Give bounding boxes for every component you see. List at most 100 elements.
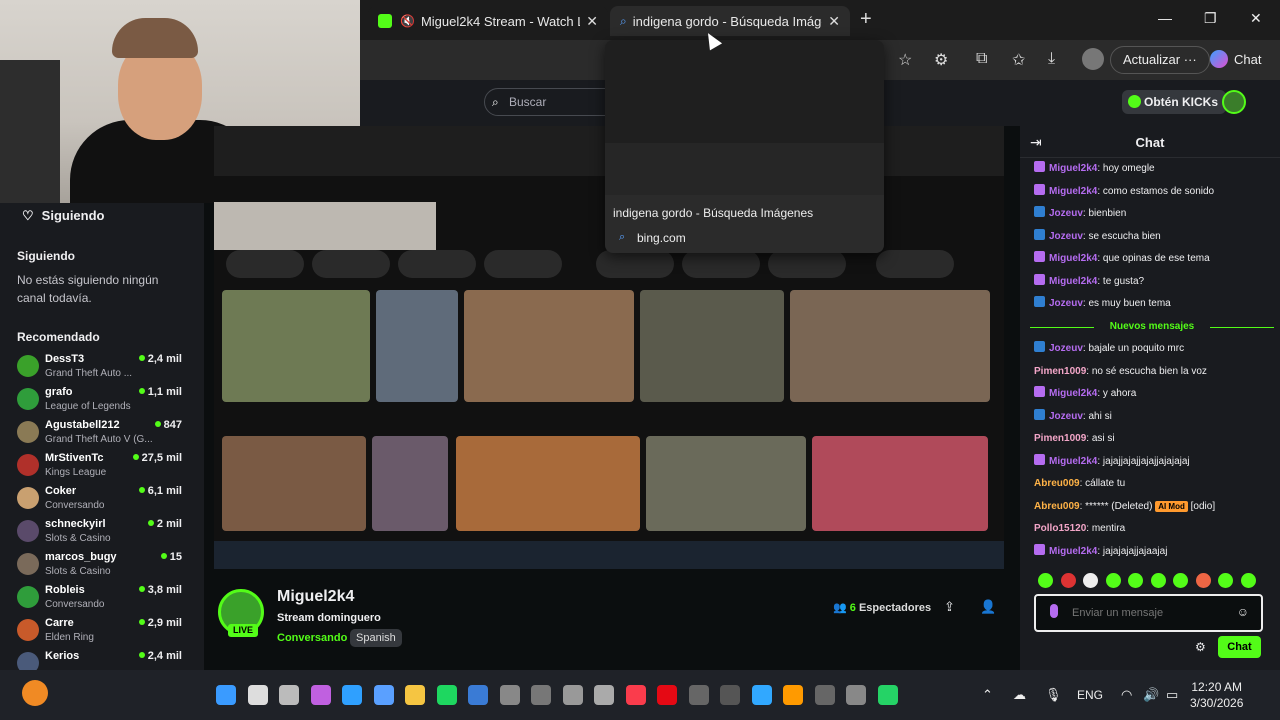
emote-icon[interactable]	[1128, 573, 1143, 588]
recommended-channel[interactable]: DessT3 Grand Theft Auto ... 2,4 mil	[17, 351, 187, 384]
chat-settings-icon[interactable]: ⚙	[1195, 640, 1206, 654]
chat-username[interactable]: Pollo15120	[1034, 523, 1086, 534]
chat-username[interactable]: Miguel2k4	[1049, 546, 1097, 557]
search-icon[interactable]	[247, 685, 268, 705]
new-tab-icon[interactable]: +	[860, 8, 872, 31]
emoji-icon[interactable]: ☺	[1237, 605, 1249, 619]
illustrator-icon[interactable]	[783, 685, 803, 705]
emote-icon[interactable]	[1195, 573, 1211, 588]
chat-username[interactable]: Jozeuv	[1049, 208, 1083, 219]
chat-username[interactable]: Miguel2k4	[1049, 276, 1097, 287]
settings-icon[interactable]	[846, 685, 866, 705]
user-avatar[interactable]	[1222, 90, 1246, 114]
update-button[interactable]: Actualizar ···	[1110, 46, 1210, 74]
store-icon[interactable]	[373, 685, 394, 705]
wifi-icon[interactable]: ◠	[1121, 687, 1132, 703]
recommended-channel[interactable]: Kerios 2,4 mil	[17, 648, 187, 670]
chat-username[interactable]: Pimen1009	[1034, 433, 1086, 444]
chat-input[interactable]	[1072, 604, 1232, 622]
emote-icon[interactable]	[1038, 573, 1053, 588]
sidebar-header[interactable]: ♡ Siguiendo	[22, 208, 105, 224]
chat-username[interactable]: Jozeuv	[1049, 343, 1083, 354]
obs-icon[interactable]	[814, 685, 835, 705]
copilot-chat-button[interactable]: Chat	[1206, 46, 1261, 74]
chat-username[interactable]: Miguel2k4	[1049, 253, 1097, 264]
recommended-channel[interactable]: MrStivenTc Kings League 27,5 mil	[17, 450, 187, 483]
recommended-channel[interactable]: schneckyirl Slots & Casino 2 mil	[17, 516, 187, 549]
recommended-channel[interactable]: Agustabell212 Grand Theft Auto V (G... 847	[17, 417, 187, 450]
split-screen-icon[interactable]: ⧉	[976, 50, 987, 68]
minimize-icon[interactable]: —	[1158, 10, 1172, 26]
battery-icon[interactable]: ▭	[1166, 687, 1178, 703]
music-icon[interactable]	[625, 685, 646, 705]
app-icon[interactable]	[594, 685, 614, 705]
download-icon[interactable]: ⤓	[1048, 50, 1055, 68]
chat-username[interactable]: Miguel2k4	[1049, 388, 1097, 399]
recommended-channel[interactable]: grafo League of Legends 1,1 mil	[17, 384, 187, 417]
volume-icon[interactable]: 🔊	[1143, 687, 1159, 703]
photoshop-icon[interactable]	[751, 685, 772, 705]
follow-user-icon[interactable]: 👤	[980, 599, 996, 615]
netflix-icon[interactable]	[657, 685, 677, 705]
input-language[interactable]: ENG	[1077, 688, 1103, 702]
copilot-icon[interactable]	[310, 685, 331, 705]
close-tab-icon[interactable]: ✕	[586, 13, 598, 30]
clock[interactable]: 12:20 AM 3/30/2026	[1190, 679, 1243, 711]
chat-username[interactable]: Jozeuv	[1049, 298, 1083, 309]
app-icon[interactable]	[720, 685, 740, 705]
microphone-icon[interactable]: 🎙	[1045, 687, 1062, 703]
muted-speaker-icon[interactable]: 🔇	[400, 14, 415, 28]
tab-hover-preview[interactable]: indigena gordo - Búsqueda Imágenes ⌕ bin…	[605, 40, 884, 253]
emote-icon[interactable]	[1060, 573, 1076, 588]
chat-username[interactable]: Abreu009	[1034, 501, 1080, 512]
chat-username[interactable]: Jozeuv	[1049, 411, 1083, 422]
windows-start-icon[interactable]	[216, 685, 236, 705]
chat-username[interactable]: Pimen1009	[1034, 366, 1086, 377]
close-tab-icon[interactable]: ✕	[828, 13, 840, 30]
emote-icon[interactable]	[1150, 573, 1166, 588]
recommended-channel[interactable]: Robleis Conversando 3,8 mil	[17, 582, 187, 615]
language-tag[interactable]: Spanish	[350, 629, 402, 647]
task-view-icon[interactable]	[279, 685, 299, 705]
close-window-icon[interactable]: ✕	[1250, 10, 1262, 27]
chevron-up-icon[interactable]: ⌃	[982, 687, 993, 703]
weather-widget-icon[interactable]	[22, 680, 48, 706]
extensions-icon[interactable]: ⚙	[934, 50, 948, 70]
chat-username[interactable]: Abreu009	[1034, 478, 1080, 489]
recommended-channel[interactable]: Coker Conversando 6,1 mil	[17, 483, 187, 516]
tab-stream[interactable]: 🔇 Miguel2k4 Stream - Watch Live ✕	[368, 6, 608, 36]
onedrive-icon[interactable]: ☁	[1013, 687, 1026, 703]
emote-icon[interactable]	[1105, 573, 1121, 588]
star-icon[interactable]: ☆	[898, 50, 912, 70]
get-kicks-button[interactable]: Obtén KICKs	[1122, 90, 1227, 114]
recommended-channel[interactable]: marcos_bugy Slots & Casino 15	[17, 549, 187, 582]
spotify-icon[interactable]	[436, 685, 457, 705]
file-explorer-icon[interactable]	[405, 685, 425, 705]
chat-username[interactable]: Miguel2k4	[1049, 456, 1097, 467]
calculator-icon[interactable]	[688, 685, 709, 705]
whatsapp-icon[interactable]	[877, 685, 898, 705]
chat-username[interactable]: Miguel2k4	[1049, 163, 1097, 174]
channel-viewers: 15	[160, 551, 182, 563]
chat-input-box[interactable]: ☺	[1034, 594, 1263, 632]
chat-username[interactable]: Jozeuv	[1049, 231, 1083, 242]
emote-icon[interactable]	[1173, 573, 1188, 588]
app-icon[interactable]	[499, 685, 520, 705]
emote-icon[interactable]	[1240, 573, 1256, 588]
recommended-channel[interactable]: Carre Elden Ring 2,9 mil	[17, 615, 187, 648]
send-chat-button[interactable]: Chat	[1218, 636, 1261, 658]
favorites-icon[interactable]: ✩	[1012, 50, 1025, 70]
stream-category[interactable]: Conversando	[277, 632, 347, 644]
restore-icon[interactable]: ❐	[1204, 10, 1217, 27]
chat-username[interactable]: Miguel2k4	[1049, 186, 1097, 197]
edge-icon[interactable]	[342, 685, 362, 705]
defender-icon[interactable]	[468, 685, 488, 705]
emote-icon[interactable]	[1218, 573, 1233, 588]
streamer-name[interactable]: Miguel2k4	[277, 588, 354, 606]
profile-icon[interactable]	[1082, 48, 1104, 70]
app-icon[interactable]	[562, 685, 583, 705]
emote-icon[interactable]	[1083, 573, 1098, 588]
app-icon[interactable]	[531, 685, 551, 705]
share-icon[interactable]: ⇪	[944, 599, 955, 615]
tab-bing[interactable]: ⌕ indigena gordo - Búsqueda Imágenes ✕	[610, 6, 850, 36]
